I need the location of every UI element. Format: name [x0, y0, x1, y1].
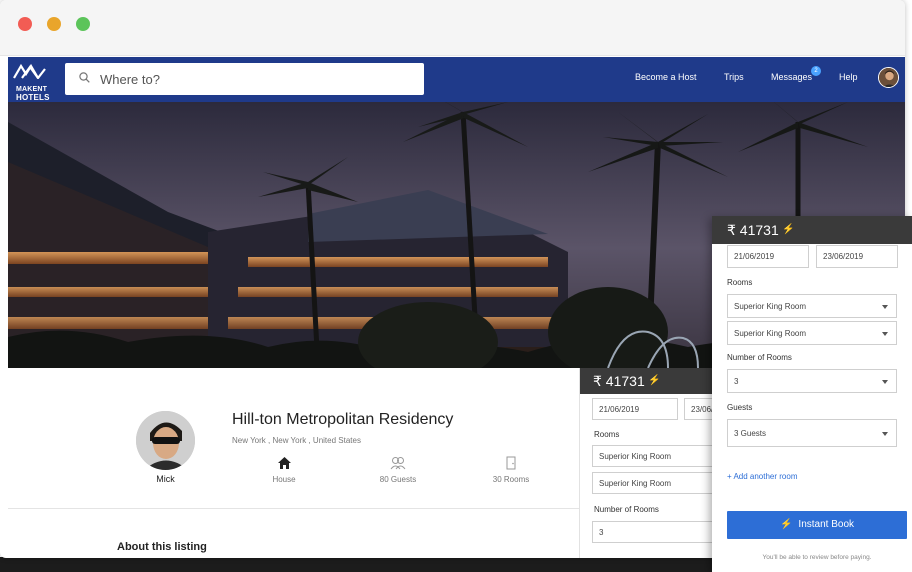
checkin-value: 21/06/2019 [734, 252, 775, 261]
listing-location: New York , New York , United States [232, 436, 361, 445]
amenity-rooms: 30 Rooms [486, 456, 536, 484]
checkin-field[interactable]: 21/06/2019 [727, 245, 809, 268]
host-photo-image [136, 411, 195, 470]
search-box[interactable] [65, 63, 424, 95]
room-select-1-value: Superior King Room [734, 301, 807, 311]
chevron-down-icon [882, 332, 888, 336]
amenity-rooms-label: 30 Rooms [492, 475, 530, 484]
bolt-icon: ⚡ [779, 519, 793, 530]
room-select-2-value-page: Superior King Room [599, 478, 672, 488]
amenity-guests-label: 80 Guests [379, 475, 417, 484]
chevron-down-icon [882, 432, 888, 436]
search-icon [79, 72, 90, 83]
add-room-link[interactable]: + Add another room [727, 472, 798, 481]
messages-count-badge: 2 [811, 66, 821, 76]
review-note: You'll be able to review before paying. [762, 554, 872, 561]
makent-hotels-logo[interactable]: MAKENT HOTELS [12, 63, 49, 102]
num-rooms-value-page: 3 [599, 527, 604, 537]
instant-book-label: Instant Book [798, 519, 855, 530]
booking-card-page: ₹ 41731 ⚡ 21/06/2019 23/06/2019 Rooms Su… [579, 368, 744, 558]
num-rooms-label-page: Number of Rooms [594, 505, 659, 514]
room-select-2[interactable]: Superior King Room [727, 321, 897, 345]
room-select-2-value: Superior King Room [734, 328, 807, 338]
maximize-window-button[interactable] [76, 17, 90, 31]
amenity-house: House [262, 456, 306, 484]
listing-title: Hill-ton Metropolitan Residency [232, 411, 454, 428]
num-rooms-label: Number of Rooms [727, 353, 792, 362]
section-divider [8, 508, 579, 509]
user-avatar-image [879, 68, 898, 87]
checkout-field[interactable]: 23/06/2019 [816, 245, 898, 268]
checkin-value-page: 21/06/2019 [599, 404, 640, 414]
checkin-field-page[interactable]: 21/06/2019 [592, 398, 678, 420]
checkout-value: 23/06/2019 [823, 252, 864, 261]
nav-messages[interactable]: Messages [771, 72, 812, 82]
window-titlebar [0, 0, 905, 56]
rooms-label-page: Rooms [594, 430, 620, 439]
room-select-1-page[interactable]: Superior King Room [592, 445, 732, 467]
top-navbar: MAKENT HOTELS Become a Host Trips Messag… [8, 57, 905, 102]
price-page: ₹ 41731 [593, 373, 645, 389]
house-icon [277, 457, 291, 469]
logo-peaks-icon [13, 63, 46, 80]
room-select-1-value-page: Superior King Room [599, 451, 672, 461]
host-photo[interactable] [136, 411, 195, 470]
num-rooms-select-page[interactable]: 3 [592, 521, 732, 543]
amenity-house-label: House [272, 475, 296, 484]
room-select-2-page[interactable]: Superior King Room [592, 472, 732, 494]
door-icon [506, 456, 516, 470]
guests-label: Guests [727, 403, 753, 412]
guests-icon [390, 457, 406, 470]
search-input[interactable] [98, 69, 398, 89]
nav-become-host[interactable]: Become a Host [635, 72, 697, 82]
nav-help[interactable]: Help [839, 72, 858, 82]
price-bar-page: ₹ 41731 ⚡ [580, 368, 720, 394]
price: ₹ 41731 [727, 222, 779, 238]
room-select-1[interactable]: Superior King Room [727, 294, 897, 318]
about-heading: About this listing [117, 541, 207, 553]
num-rooms-value: 3 [734, 376, 739, 386]
bolt-icon: ⚡ [648, 375, 661, 386]
logo-line2: HOTELS [16, 93, 50, 102]
bolt-icon: ⚡ [782, 224, 795, 235]
host-name: Mick [156, 474, 175, 484]
chevron-down-icon [882, 305, 888, 309]
chevron-down-icon [882, 380, 888, 384]
nav-trips[interactable]: Trips [724, 72, 744, 82]
instant-book-button[interactable]: ⚡ Instant Book [727, 511, 907, 539]
close-window-button[interactable] [18, 17, 32, 31]
rooms-label: Rooms [727, 278, 753, 287]
num-rooms-select[interactable]: 3 [727, 369, 897, 393]
user-avatar[interactable] [878, 67, 899, 88]
guests-select[interactable]: 3 Guests [727, 419, 897, 447]
logo-text: MAKENT HOTELS [16, 86, 50, 102]
price-bar: ₹ 41731 ⚡ [712, 216, 912, 244]
minimize-window-button[interactable] [47, 17, 61, 31]
amenity-guests: 80 Guests [372, 456, 424, 484]
guests-value: 3 Guests [734, 428, 767, 438]
